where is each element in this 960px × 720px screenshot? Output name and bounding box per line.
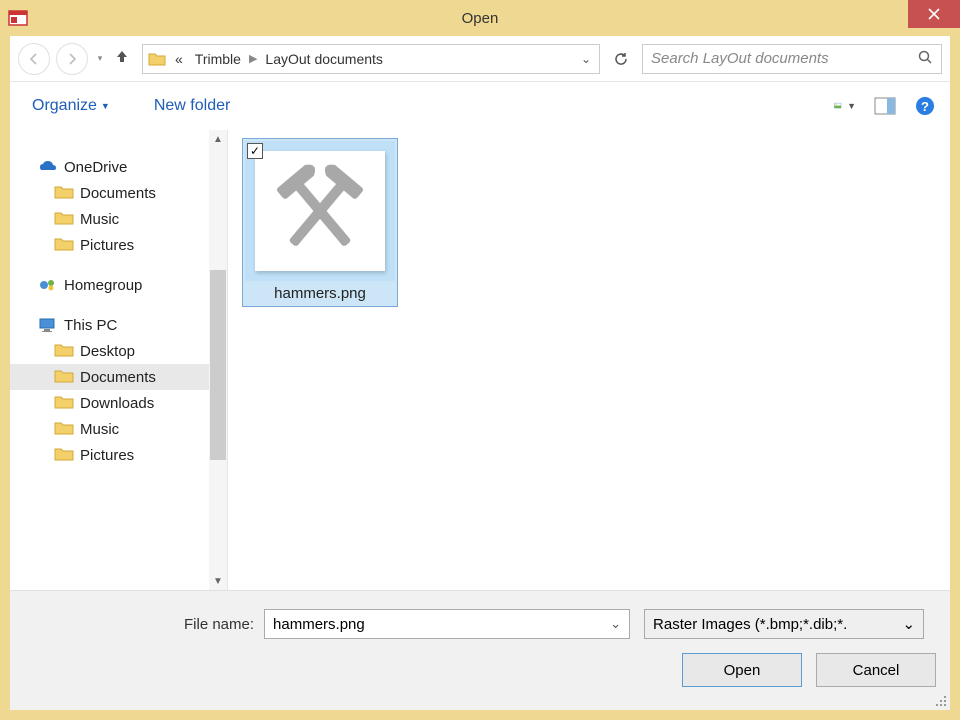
sidebar-item-label: Downloads [80,395,154,412]
sidebar-item-this-pc[interactable]: This PC [10,312,227,338]
file-thumbnail-wrap: ✓ [245,141,395,281]
dialog-body: ▾ « Trimble ▶ LayOut documents ⌄ Organiz… [10,36,950,710]
address-bar[interactable]: « Trimble ▶ LayOut documents ⌄ [142,44,600,74]
history-dropdown[interactable]: ▾ [94,53,106,64]
breadcrumb-item[interactable]: Trimble [191,49,245,69]
filter-label: Raster Images (*.bmp;*.dib;*. [653,616,847,633]
search-input[interactable] [651,50,901,67]
sidebar-item-pictures-pc[interactable]: Pictures [10,442,227,468]
titlebar: Open [0,0,960,36]
forward-button[interactable] [56,43,88,75]
onedrive-icon [38,158,58,176]
sidebar-item-documents-pc[interactable]: Documents [10,364,227,390]
back-button[interactable] [18,43,50,75]
sidebar-item-music-pc[interactable]: Music [10,416,227,442]
file-name-value: hammers.png [273,616,365,633]
chevron-down-icon[interactable]: ⌄ [610,616,621,632]
file-checkbox[interactable]: ✓ [247,143,263,159]
homegroup-icon [38,276,58,294]
sidebar-item-homegroup[interactable]: Homegroup [10,272,227,298]
sidebar-item-desktop[interactable]: Desktop [10,338,227,364]
scroll-down-icon[interactable]: ▼ [209,572,227,590]
sidebar-item-documents[interactable]: Documents [10,180,227,206]
sidebar-item-label: This PC [64,317,117,334]
breadcrumb-item[interactable]: LayOut documents [261,49,387,69]
navbar: ▾ « Trimble ▶ LayOut documents ⌄ [10,36,950,82]
open-button-label: Open [724,662,761,679]
sidebar-item-onedrive[interactable]: OneDrive [10,154,227,180]
new-folder-button[interactable]: New folder [146,93,238,119]
sidebar-item-label: OneDrive [64,159,127,176]
chevron-down-icon: ▼ [847,101,856,111]
file-thumbnail [255,151,385,271]
folder-icon [54,394,74,412]
help-button[interactable]: ? [914,95,936,117]
folder-icon [147,49,167,69]
sidebar-item-label: Desktop [80,343,135,360]
bottom-panel: File name: hammers.png ⌄ Raster Images (… [10,590,950,710]
sidebar-item-downloads[interactable]: Downloads [10,390,227,416]
sidebar-item-label: Music [80,421,119,438]
scroll-up-icon[interactable]: ▲ [209,130,227,148]
address-dropdown-icon[interactable]: ⌄ [581,52,595,66]
scroll-thumb[interactable] [210,270,226,460]
sidebar-item-label: Documents [80,185,156,202]
sidebar-item-music[interactable]: Music [10,206,227,232]
file-type-filter[interactable]: Raster Images (*.bmp;*.dib;*. ⌄ [644,609,924,639]
chevron-right-icon: ▶ [249,52,257,65]
sidebar-item-label: Homegroup [64,277,142,294]
sidebar-scrollbar[interactable]: ▲ ▼ [209,130,227,590]
cancel-button[interactable]: Cancel [816,653,936,687]
view-mode-button[interactable]: ▼ [834,95,856,117]
breadcrumb-prefix: « [171,49,187,69]
chevron-down-icon: ▼ [101,101,110,111]
refresh-button[interactable] [606,44,636,74]
folder-icon [54,446,74,464]
organize-menu[interactable]: Organize ▼ [24,93,118,119]
search-box[interactable] [642,44,942,74]
resize-grip[interactable] [934,694,948,708]
folder-icon [54,236,74,254]
chevron-down-icon[interactable]: ⌄ [902,615,915,633]
file-name-input[interactable]: hammers.png ⌄ [264,609,630,639]
cancel-button-label: Cancel [853,662,900,679]
toolbar: Organize ▼ New folder ▼ ? [10,82,950,130]
sidebar-item-label: Documents [80,369,156,386]
folder-icon [54,420,74,438]
folder-icon [54,184,74,202]
preview-pane-button[interactable] [874,95,896,117]
computer-icon [38,316,58,334]
sidebar-item-label: Pictures [80,237,134,254]
sidebar-item-label: Music [80,211,119,228]
window-title: Open [0,10,960,27]
file-name-label: hammers.png [245,281,395,304]
file-item[interactable]: ✓ [242,138,398,307]
organize-label: Organize [32,97,97,115]
up-button[interactable] [112,48,132,69]
content-area[interactable]: ✓ [228,130,950,590]
sidebar: OneDrive Documents Music Pictures Homegr… [10,130,228,590]
body-split: OneDrive Documents Music Pictures Homegr… [10,130,950,590]
sidebar-item-label: Pictures [80,447,134,464]
open-button[interactable]: Open [682,653,802,687]
file-name-label: File name: [184,616,254,633]
search-icon[interactable] [917,49,933,68]
folder-icon [54,368,74,386]
svg-text:?: ? [921,99,929,114]
folder-icon [54,210,74,228]
new-folder-label: New folder [154,97,230,115]
close-button[interactable] [908,0,960,28]
folder-icon [54,342,74,360]
sidebar-item-pictures[interactable]: Pictures [10,232,227,258]
